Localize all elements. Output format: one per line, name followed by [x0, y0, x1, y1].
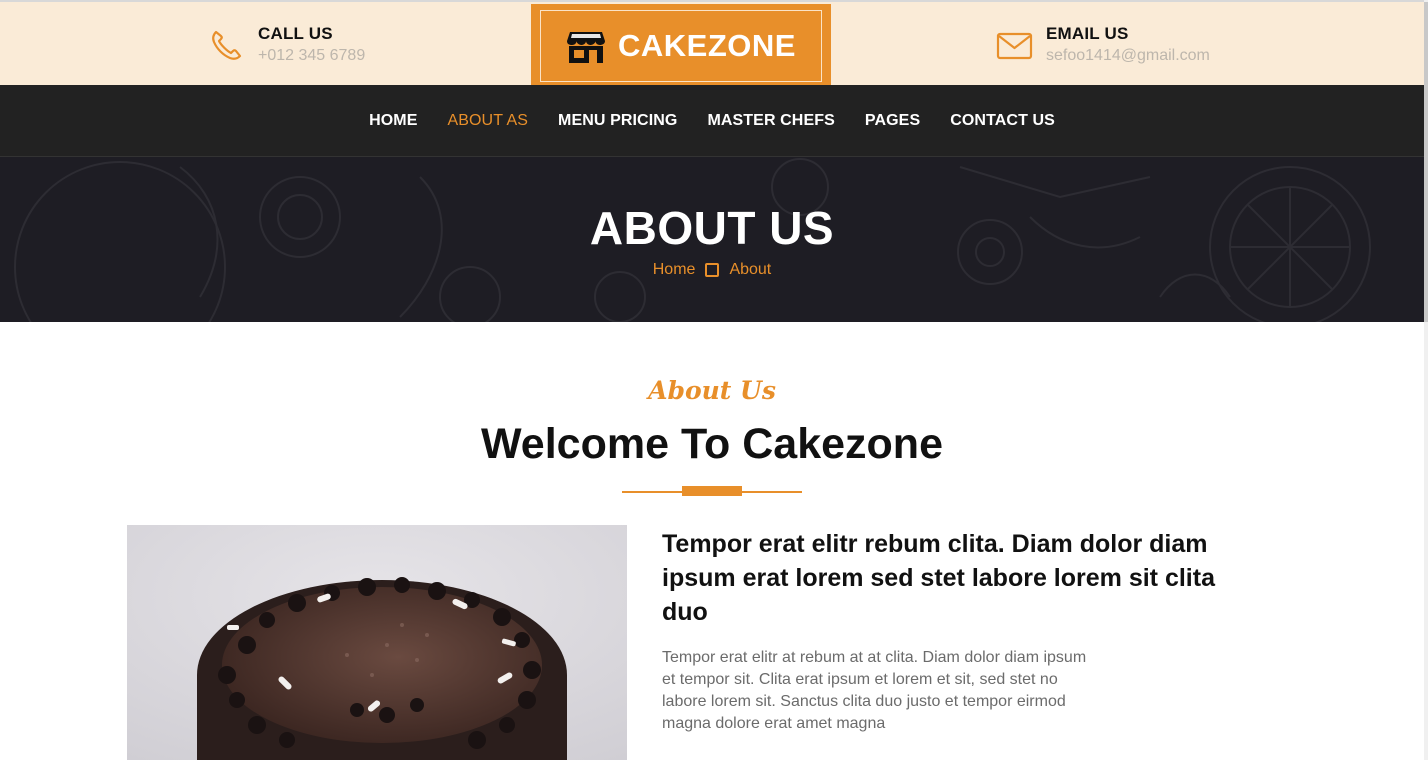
- brand-logo[interactable]: CAKEZONE: [531, 4, 831, 87]
- scrollbar-thumb[interactable]: [1424, 2, 1428, 322]
- page-header-hero: ABOUT US Home About: [0, 157, 1424, 322]
- page-scrollbar[interactable]: [1424, 0, 1428, 760]
- nav-master-chefs[interactable]: MASTER CHEFS: [692, 112, 849, 130]
- envelope-icon: [996, 32, 1033, 60]
- main-navbar: HOME ABOUT AS MENU PRICING MASTER CHEFS …: [0, 85, 1424, 157]
- breadcrumb: Home About: [0, 261, 1424, 279]
- shop-icon: [567, 32, 606, 63]
- email-us-block: EMAIL US sefoo1414@gmail.com: [996, 24, 1210, 65]
- brand-name: CAKEZONE: [618, 28, 796, 63]
- nav-contact[interactable]: CONTACT US: [935, 112, 1070, 130]
- email-us-address[interactable]: sefoo1414@gmail.com: [1046, 47, 1210, 65]
- nav-home[interactable]: HOME: [354, 112, 432, 130]
- call-us-block: CALL US +012 345 6789: [208, 24, 365, 65]
- top-bar: CALL US +012 345 6789 CAKEZONE EMAIL US …: [0, 0, 1424, 87]
- nav-menu-pricing[interactable]: MENU PRICING: [543, 112, 692, 130]
- breadcrumb-current: About: [729, 261, 772, 278]
- title-divider: [622, 486, 802, 496]
- breadcrumb-home[interactable]: Home: [653, 261, 696, 279]
- phone-icon: [212, 30, 242, 60]
- divider-accent: [682, 486, 742, 496]
- page-title: ABOUT US: [589, 202, 835, 254]
- nav-pages[interactable]: PAGES: [850, 112, 935, 130]
- section-kicker: About Us: [648, 376, 776, 405]
- nav-about[interactable]: ABOUT AS: [432, 112, 543, 130]
- call-us-title: CALL US: [258, 24, 333, 43]
- email-us-title: EMAIL US: [1046, 24, 1129, 43]
- cake-illustration: [127, 525, 627, 760]
- main-nav: HOME ABOUT AS MENU PRICING MASTER CHEFS …: [0, 85, 1424, 157]
- about-body-text: Tempor erat elitr at rebum at at clita. …: [662, 649, 1087, 732]
- section-title: Welcome To Cakezone: [481, 420, 943, 468]
- about-cake-image: [127, 525, 627, 760]
- call-us-phone[interactable]: +012 345 6789: [258, 47, 365, 65]
- logo-frame: CAKEZONE: [540, 10, 822, 82]
- about-lead-text: Tempor erat elitr rebum clita. Diam dolo…: [662, 530, 1215, 626]
- square-icon: [705, 263, 720, 277]
